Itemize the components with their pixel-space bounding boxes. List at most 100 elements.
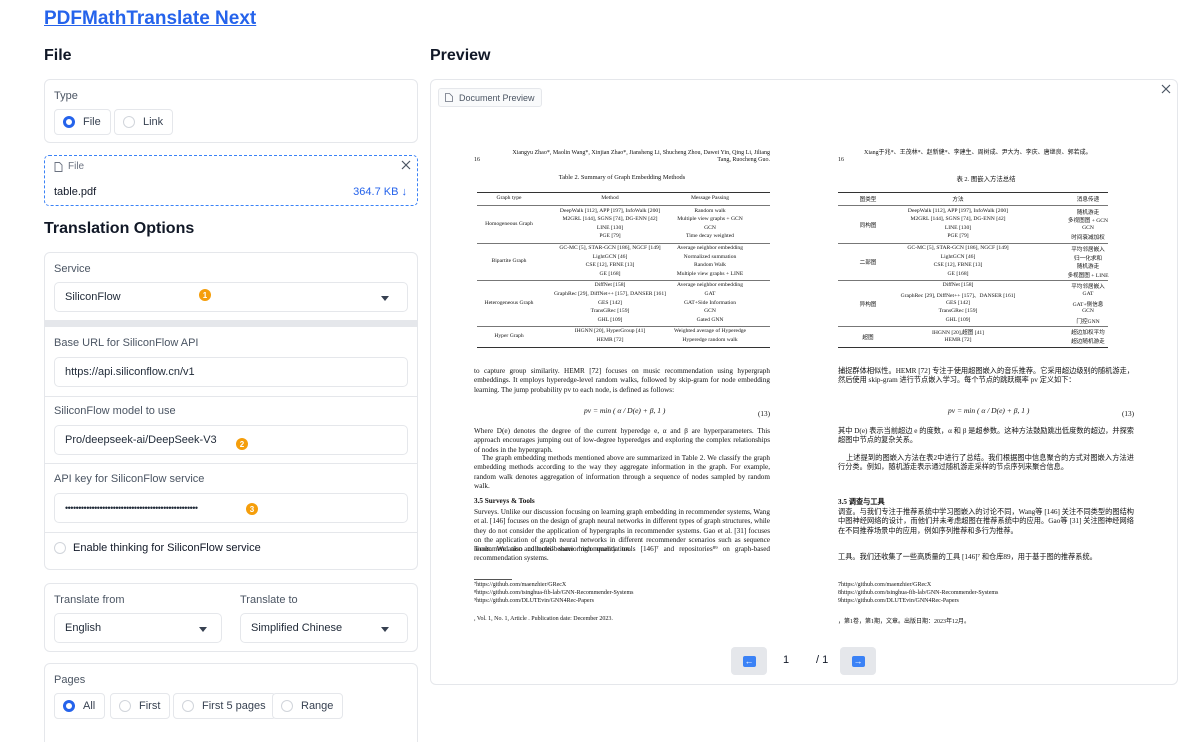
table-cell: Gated GNN [696, 316, 724, 323]
page-number-input[interactable]: 1 [776, 654, 796, 666]
table-cell: CSE [12], FBNE [13] [933, 262, 983, 269]
table-cell: 多视图图 + LINE [1067, 272, 1109, 279]
separator [45, 396, 417, 397]
table-cell: Hyperedge random walk [682, 337, 738, 343]
file-icon [445, 93, 453, 102]
table-cell: CSE [12], FBNE [13] [585, 262, 635, 269]
table-cell: 超边加权平均 [1071, 330, 1105, 337]
close-icon[interactable] [1161, 84, 1171, 94]
annotation-badge: 3 [246, 503, 258, 515]
service-value: SiliconFlow [65, 291, 121, 303]
translate-from-select[interactable]: English [54, 613, 222, 643]
service-panel: Service SiliconFlow 1 Base URL for Silic… [44, 252, 418, 570]
pages-option-range[interactable]: Range [272, 693, 344, 719]
thinking-checkbox[interactable]: Enable thinking for SiliconFlow service [54, 542, 261, 554]
table-cell: Multiple view graphs + GCN [677, 216, 743, 223]
pages-option-label: First 5 pages [202, 700, 266, 712]
service-select[interactable]: SiliconFlow [54, 282, 408, 312]
type-option-file[interactable]: File [54, 109, 111, 135]
file-upload[interactable]: File table.pdf 364.7 KB ↓ [44, 155, 418, 206]
table-cell: GE [168] [947, 270, 969, 277]
upload-label: File [68, 161, 85, 172]
paragraph: 捕捉群体相似性。HEMR [72] 专注于使用超图嵌入的音乐推荐。它采用超边级别… [838, 367, 1134, 385]
table-cell: Random Walk [694, 262, 726, 269]
translate-to-select[interactable]: Simplified Chinese [240, 613, 408, 643]
table-cell: Bipartite Graph [491, 258, 527, 265]
table-cell: 图类型 [859, 197, 877, 203]
radio-unselected-icon [182, 700, 194, 712]
table-cell: 门控GNN [1076, 318, 1100, 325]
table-rule [838, 192, 1108, 194]
table-cell: LINE [130] [596, 224, 624, 231]
base-url-input[interactable]: https://api.siliconflow.cn/v1 [54, 357, 408, 387]
table-cell: Method [601, 195, 619, 201]
table-cell: LINE [130] [944, 224, 972, 231]
upload-filesize-link[interactable]: 364.7 KB ↓ [353, 186, 407, 198]
table-cell: 随机游走 [1076, 264, 1100, 271]
pages-panel: Pages All First First 5 pages Range [44, 663, 418, 742]
type-label: Type [54, 90, 78, 102]
table-cell: 同构图 [859, 222, 877, 229]
pages-option-all[interactable]: All [54, 693, 106, 719]
embedding-table: Graph type Method Message Passing DeepWalk … [477, 192, 770, 354]
table-cell: M2GRL [144], SGNS [74], DG-ENN [42] [562, 216, 658, 223]
footnote: ⁷https://github.com/maenzhier/GRecX [474, 582, 567, 588]
table-cell: LightGCN [46] [940, 253, 976, 260]
model-input[interactable]: Pro/deepseek-ai/DeepSeek-V3 [54, 425, 408, 455]
thinking-label: Enable thinking for SiliconFlow service [73, 542, 261, 554]
table-cell: IHGNN [20], HyperGroup [41] [574, 328, 646, 335]
table-cell: DiffNet [158] [594, 282, 626, 289]
table-cell: GES [142] [945, 299, 971, 306]
arrow-left-icon: ← [742, 655, 756, 667]
annotation-badge: 2 [236, 438, 248, 450]
close-icon[interactable] [401, 160, 411, 170]
embedding-table: 图类型 方法 消息传递 DeepWalk [112], APP [197], Info… [838, 192, 1109, 354]
pages-option-label: First [139, 700, 161, 712]
paragraph: 工具。我们还收集了一些高质量的工具 [146]⁷ 和仓库89，用于基于图的推荐系… [838, 553, 1097, 561]
model-label: SiliconFlow model to use [54, 405, 176, 417]
table-rule [477, 346, 770, 348]
table-cell: GHL [109] [945, 316, 971, 323]
pages-option-first-5[interactable]: First 5 pages [173, 693, 276, 719]
table-cell: GCN [704, 224, 716, 231]
table-rule [477, 192, 770, 194]
footnote: ⁹https://github.com/DLUTEvin/GNN4Rec-Pap… [474, 598, 594, 604]
table-cell: PGE [79] [947, 233, 969, 240]
paragraph: The graph embedding methods mentioned ab… [474, 454, 770, 490]
table-cell: 方法 [952, 197, 964, 203]
table-cell: IHGNN [20],超图 [41] [931, 330, 985, 337]
table-cell: DiffNet [158] [942, 282, 974, 289]
radio-selected-icon [63, 116, 75, 128]
table-cell: TransGRec [159] [590, 308, 630, 315]
prev-page-button[interactable]: ← [731, 647, 767, 675]
next-page-button[interactable]: → [840, 647, 876, 675]
table-cell: GES [142] [597, 299, 623, 306]
paragraph: 调查。与我们专注于推荐系统中学习图嵌入的讨论不同，Wang等 [146] 关注不… [838, 508, 1134, 535]
type-option-link[interactable]: Link [114, 109, 174, 135]
footnote-rule [474, 579, 512, 580]
table-cell: GC-MC [5], STAR-GCN [186], NGCF [149] [907, 245, 1009, 251]
table-rule [477, 326, 770, 328]
table-cell: Time decay weighted [686, 233, 734, 240]
table-cell: GCN [704, 308, 716, 315]
page-authors: Xiang于兆*、王茂林*、赵新健*、李建生、周树成、尹大为、李庆、唐继良、郭若… [864, 150, 1092, 156]
table-cell: Average neighbor embedding [676, 282, 744, 289]
base-url-label: Base URL for SiliconFlow API [54, 337, 199, 349]
service-label: Service [54, 263, 91, 275]
chevron-down-icon [381, 296, 389, 301]
page-footer: , Vol. 1, No. 1, Article . Publication d… [474, 616, 613, 622]
pages-label: Pages [54, 674, 86, 686]
annotation-badge: 1 [199, 289, 211, 301]
page-number: 16 [838, 157, 844, 163]
radio-unselected-icon [123, 116, 135, 128]
page-authors: Xiangyu Zhao*, Maolin Wang*, Xinjian Zha… [512, 150, 770, 163]
table-cell: 二部图 [859, 260, 877, 267]
api-key-input[interactable]: ••••••••••••••••••••••••••••••••••••••••… [54, 493, 408, 523]
app-title-link[interactable]: PDFMathTranslate Next [44, 8, 256, 30]
translate-from-label: Translate from [54, 594, 125, 606]
table-cell: TransGRec [159] [938, 308, 978, 315]
pages-option-first[interactable]: First [110, 693, 171, 719]
table-cell: 归一化求和 [1074, 255, 1102, 262]
table-cell: LightGCN [46] [592, 253, 628, 260]
paragraph: 上述提到的图嵌入方法在表2中进行了总结。我们根据图中信息聚合的方式对图嵌入方法进… [838, 454, 1134, 472]
